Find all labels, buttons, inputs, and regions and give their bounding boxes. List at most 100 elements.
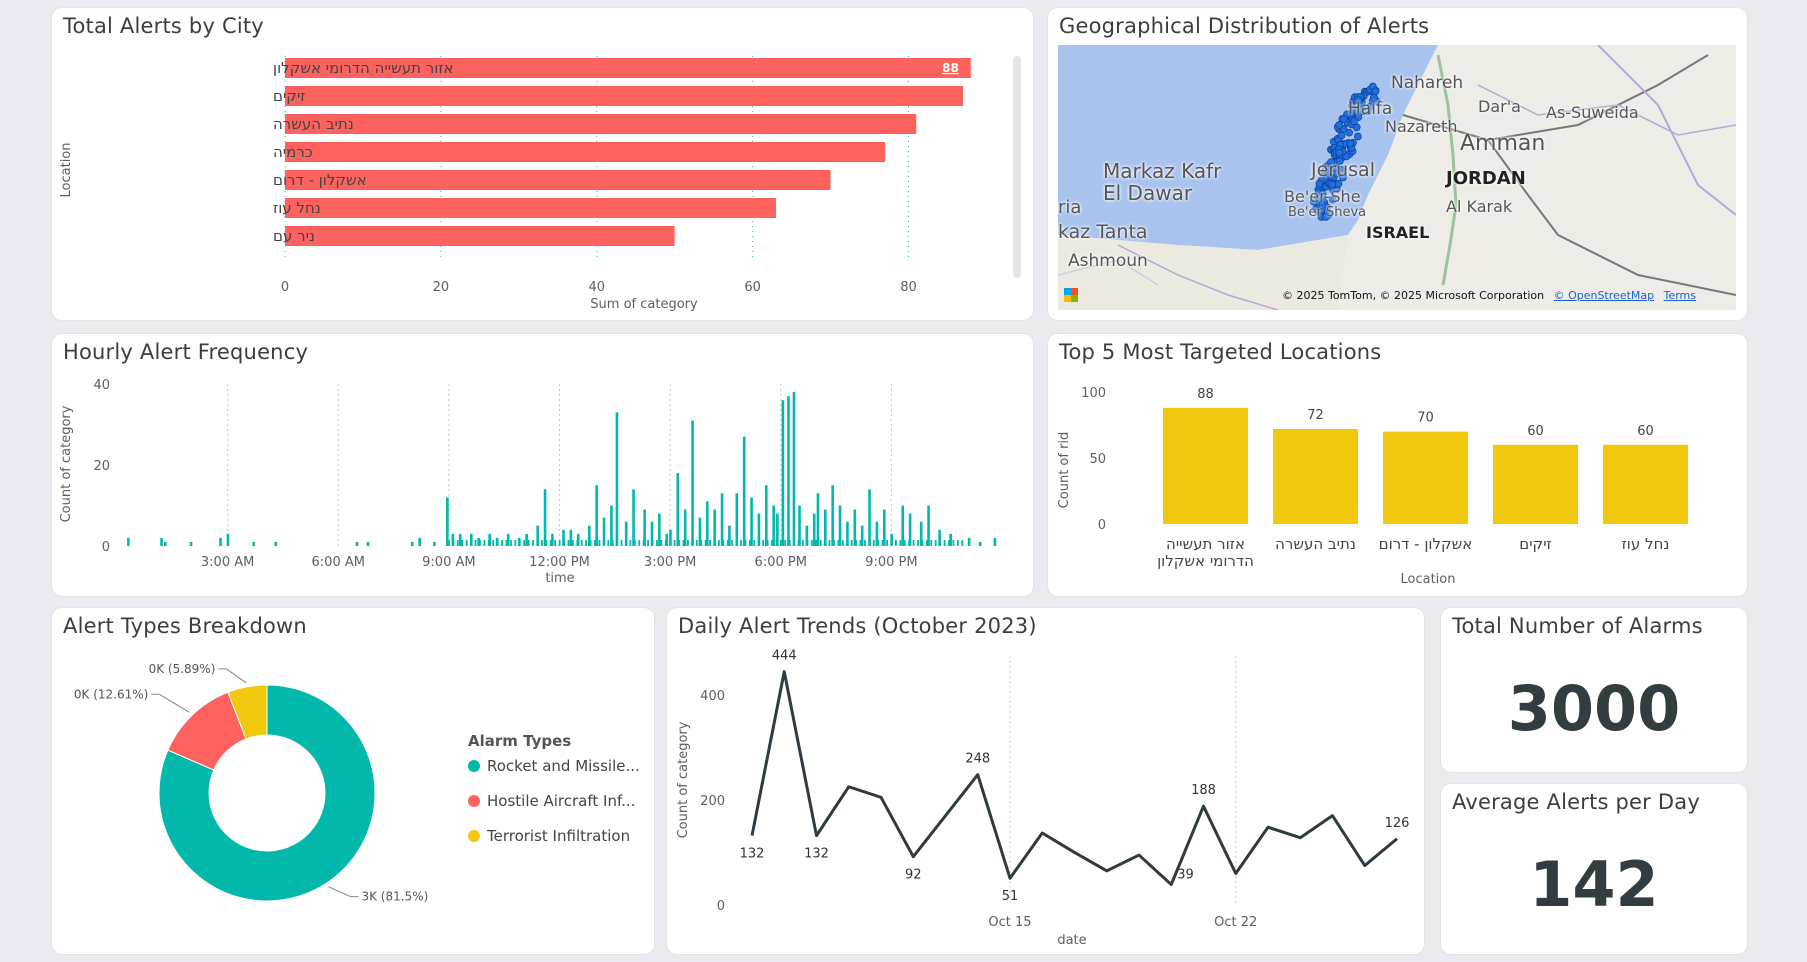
bar [824, 540, 826, 546]
bar [868, 540, 871, 546]
bar [638, 540, 641, 546]
alert-types-donut-chart[interactable]: 3K (81.5%) 0K (12.61%)0K (5.89%) Alarm Typ… [52, 608, 654, 954]
bar [912, 540, 915, 546]
card-total-alerts-by-city: Total Alerts by City 0 20 40 60 80 אזור תעשיי… [52, 8, 1033, 320]
terms-link[interactable]: Terms [1664, 289, 1696, 302]
data-label: 126 [1385, 816, 1410, 831]
bar [819, 540, 822, 546]
bar [595, 485, 598, 546]
bar [448, 540, 450, 546]
bar [726, 540, 729, 546]
bar [766, 540, 769, 546]
legend-label: Hostile Aircraft Inf... [487, 792, 635, 810]
kpi-value-total-alarms: 3000 [1507, 672, 1681, 745]
daily-line-chart[interactable]: 0200400Oct 15Oct 22Oct 29132444132922485… [667, 608, 1424, 954]
bar [285, 114, 917, 134]
x-tick-label: 3:00 AM [201, 555, 254, 570]
bar [458, 533, 462, 546]
kpi-title: Average Alerts per Day [1452, 790, 1700, 814]
bar [532, 540, 534, 546]
hourly-bar-chart[interactable]: 0 20 40 3:00 AM 6:00 AM 9:00 AM 12:00 PM 3:00 P… [52, 334, 1033, 596]
card-average-alerts-per-day: Average Alerts per Day 142 [1441, 784, 1747, 954]
bar [930, 540, 933, 546]
bar [967, 537, 971, 546]
bar [543, 489, 547, 546]
alert-point[interactable] [1371, 87, 1380, 96]
bar [1493, 444, 1578, 524]
bar [740, 540, 742, 546]
bar [925, 540, 928, 546]
alert-point[interactable] [1354, 132, 1362, 141]
bar [899, 540, 902, 546]
openstreetmap-link[interactable]: © OpenStreetMap [1554, 289, 1655, 302]
category-label: נחל עוז [1622, 535, 1670, 553]
bar [525, 533, 528, 546]
top5-bar-chart[interactable]: 0 50 100 88 אזור תעשייההדרומי אשקלון 72 נתיב ה… [1048, 334, 1747, 596]
bar [602, 540, 605, 546]
bar [831, 485, 834, 546]
bar [505, 540, 508, 546]
bar [700, 540, 703, 546]
bar [411, 541, 414, 546]
series-line [750, 670, 1398, 887]
data-label: 88 [942, 61, 959, 75]
bar [687, 540, 689, 546]
bar [735, 540, 738, 546]
bar [514, 540, 517, 546]
bar [806, 540, 809, 546]
bar [285, 142, 886, 162]
bar [418, 537, 421, 546]
bar [479, 540, 481, 546]
map-place-label: Nahareh [1391, 73, 1464, 93]
map-view[interactable]: Nahareh Haifa Dar'a As-Suweida Nazareth Amman… [1058, 45, 1736, 310]
bar [610, 505, 613, 546]
x-tick-label: 80 [900, 280, 917, 295]
category-label: זיקים [273, 87, 306, 105]
bar [496, 540, 499, 546]
bar [465, 540, 468, 546]
x-tick-label: 6:00 PM [755, 555, 807, 570]
bar [669, 540, 672, 546]
kpi-title: Total Number of Alarms [1452, 614, 1703, 638]
bar [846, 540, 849, 546]
category-label: נתיב העשרה [273, 115, 354, 133]
x-axis-title: Location [1401, 572, 1456, 587]
bar [576, 540, 579, 546]
category-label: אזור תעשייה הדרומי אשקלון [273, 59, 454, 77]
data-label: 248 [965, 752, 990, 767]
bar [611, 540, 614, 546]
bar [691, 540, 694, 546]
label-leader-line [328, 886, 359, 898]
bar [793, 540, 796, 546]
alert-point[interactable] [1337, 131, 1346, 140]
bar [461, 540, 464, 546]
bar [651, 540, 654, 546]
legend-title: Alarm Types [468, 732, 571, 750]
category-label: אזור תעשייה [1166, 535, 1245, 553]
alert-point[interactable] [1335, 148, 1344, 157]
category-label: כרמיה [273, 143, 313, 161]
scrollbar[interactable] [1013, 56, 1021, 278]
bar [483, 540, 486, 546]
y-axis-title: Location [59, 143, 74, 198]
card-alert-types-breakdown: Alert Types Breakdown 3K (81.5%) 0K (12.6… [52, 608, 654, 954]
alert-point[interactable] [1335, 121, 1344, 129]
alert-point[interactable] [1339, 115, 1348, 123]
bar [163, 541, 167, 546]
bar [355, 541, 359, 546]
alert-point[interactable] [1346, 139, 1355, 148]
x-tick-label: Oct 22 [1214, 915, 1257, 930]
bar [642, 540, 645, 546]
bar [709, 540, 711, 546]
bar [810, 540, 813, 546]
bar [189, 541, 193, 546]
bar [589, 540, 592, 546]
x-tick-label: 40 [588, 280, 605, 295]
x-axis-title: Sum of category [590, 297, 698, 312]
x-tick-label: 3:00 PM [644, 555, 696, 570]
bar [855, 540, 857, 546]
map-place-label: As-Suweida [1546, 103, 1639, 122]
map-place-label: Jerusal [1311, 159, 1375, 181]
bar [536, 540, 539, 546]
city-bar-chart[interactable]: 0 20 40 60 80 אזור תעשייה הדרומי אשקלון 88 זיקי… [52, 8, 1033, 320]
